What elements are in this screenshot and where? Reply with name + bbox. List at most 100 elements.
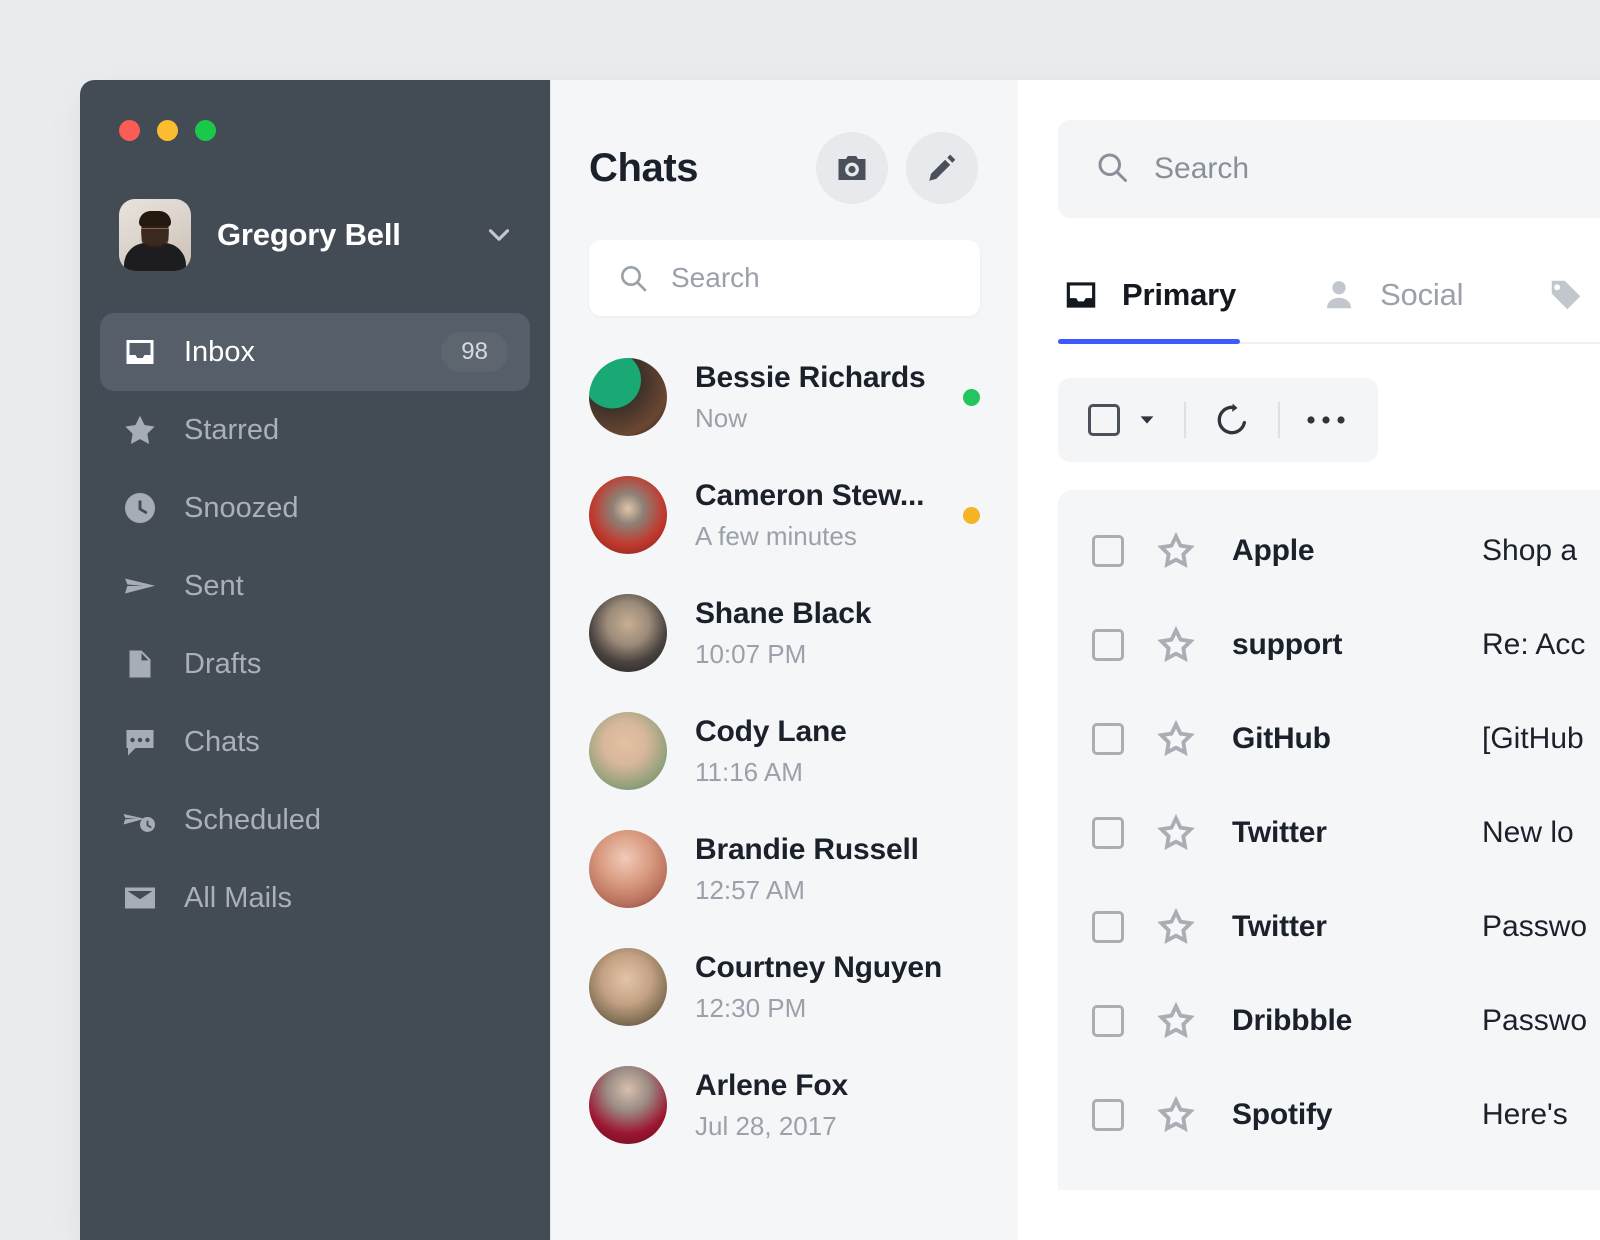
chevron-down-icon[interactable] [482, 218, 516, 252]
mail-subject: Passwo [1482, 1004, 1588, 1037]
mail-row[interactable]: Twitter New lo [1058, 786, 1600, 880]
mail-subject: [GitHub [1482, 722, 1584, 755]
envelope-icon [122, 880, 160, 916]
chat-icon [122, 724, 160, 760]
sidebar-item-label: Chats [184, 725, 260, 758]
chat-list: Bessie Richards Now Cameron Stew... A fe… [551, 338, 1018, 1164]
person-icon [1320, 276, 1358, 314]
sidebar-item-drafts[interactable]: Drafts [100, 625, 530, 703]
chat-time: Now [695, 402, 748, 433]
sidebar-item-starred[interactable]: Starred [100, 391, 530, 469]
sidebar-item-all-mails[interactable]: All Mails [100, 859, 530, 937]
chats-search-input[interactable] [671, 262, 952, 294]
compose-icon[interactable] [906, 132, 978, 204]
status-dot [963, 625, 980, 642]
row-checkbox[interactable] [1092, 817, 1124, 849]
inbox-icon [1062, 276, 1100, 314]
mail-search-input[interactable] [1154, 152, 1600, 186]
chat-list-item[interactable]: Shane Black 10:07 PM [551, 574, 1018, 692]
select-all-checkbox[interactable] [1088, 404, 1120, 436]
search-icon [1094, 149, 1130, 190]
status-dot-away [963, 506, 980, 524]
mail-subject: Passwo [1482, 910, 1588, 943]
send-icon [122, 568, 160, 604]
mail-row[interactable]: Dribbble Passwo [1058, 974, 1600, 1068]
sidebar-item-scheduled[interactable]: Scheduled [100, 781, 530, 859]
avatar [589, 476, 667, 554]
chat-list-item[interactable]: Courtney Nguyen 12:30 PM [551, 928, 1018, 1046]
chats-header: Chats [551, 80, 1018, 204]
refresh-icon[interactable] [1212, 400, 1252, 440]
sidebar-item-label: Snoozed [184, 491, 299, 524]
chat-time: Jul 28, 2017 [695, 1110, 837, 1141]
tag-icon [1547, 276, 1585, 314]
chats-title: Chats [589, 145, 699, 190]
sidebar-item-inbox[interactable]: Inbox 98 [100, 313, 530, 391]
status-dot [963, 1097, 980, 1114]
sidebar-item-sent[interactable]: Sent [100, 547, 530, 625]
app-window: Gregory Bell Inbox 98 Starred Snoozed Se… [80, 80, 1600, 1240]
mail-subject: Shop a [1482, 534, 1578, 567]
scheduled-icon [122, 802, 160, 838]
maximize-button[interactable] [195, 120, 216, 141]
mail-row[interactable]: Apple Shop a [1058, 504, 1600, 598]
toolbar-divider [1278, 402, 1280, 438]
toolbar-divider [1184, 402, 1186, 438]
row-checkbox[interactable] [1092, 629, 1124, 661]
star-icon[interactable] [1156, 719, 1196, 759]
chat-list-item[interactable]: Cameron Stew... A few minutes [551, 456, 1018, 574]
chat-time: 11:16 AM [695, 756, 803, 787]
chat-list-item[interactable]: Arlene Fox Jul 28, 2017 [551, 1046, 1018, 1164]
star-icon[interactable] [1156, 813, 1196, 853]
sidebar-item-chats[interactable]: Chats [100, 703, 530, 781]
mail-subject: Here's [1482, 1098, 1568, 1131]
star-icon [122, 412, 160, 448]
mail-row[interactable]: Spotify Here's [1058, 1068, 1600, 1162]
camera-icon[interactable] [816, 132, 888, 204]
sidebar-item-snoozed[interactable]: Snoozed [100, 469, 530, 547]
chat-time: 12:30 PM [695, 992, 807, 1023]
chats-search[interactable] [589, 240, 980, 316]
tab-social[interactable]: Social [1316, 262, 1467, 342]
mail-row[interactable]: support Re: Acc [1058, 598, 1600, 692]
tab-primary[interactable]: Primary [1058, 262, 1241, 344]
row-checkbox[interactable] [1092, 535, 1124, 567]
chat-name: Brandie Russell [695, 832, 919, 866]
minimize-button[interactable] [157, 120, 178, 141]
avatar [589, 948, 667, 1026]
sidebar: Gregory Bell Inbox 98 Starred Snoozed Se… [80, 80, 550, 1240]
more-options-icon[interactable] [1306, 413, 1346, 427]
profile-switcher[interactable]: Gregory Bell [80, 141, 550, 271]
chat-list-item[interactable]: Bessie Richards Now [551, 338, 1018, 456]
avatar [589, 594, 667, 672]
status-dot [963, 861, 980, 878]
star-icon[interactable] [1156, 1095, 1196, 1135]
sidebar-item-label: Drafts [184, 647, 262, 680]
chat-list-item[interactable]: Cody Lane 11:16 AM [551, 692, 1018, 810]
chat-list-item[interactable]: Brandie Russell 12:57 AM [551, 810, 1018, 928]
sidebar-item-label: Starred [184, 413, 280, 446]
sidebar-item-label: All Mails [184, 881, 292, 914]
status-dot-online [963, 388, 980, 406]
row-checkbox[interactable] [1092, 1099, 1124, 1131]
tab-label: Primary [1122, 277, 1237, 312]
star-icon[interactable] [1156, 907, 1196, 947]
avatar [589, 1066, 667, 1144]
star-icon[interactable] [1156, 625, 1196, 665]
mail-row[interactable]: Twitter Passwo [1058, 880, 1600, 974]
star-icon[interactable] [1156, 531, 1196, 571]
mail-search[interactable] [1058, 120, 1600, 218]
window-controls [80, 80, 550, 141]
row-checkbox[interactable] [1092, 723, 1124, 755]
avatar [119, 199, 191, 271]
mail-row[interactable]: GitHub [GitHub [1058, 692, 1600, 786]
row-checkbox[interactable] [1092, 1005, 1124, 1037]
chat-time: 12:57 AM [695, 874, 805, 905]
star-icon[interactable] [1156, 1001, 1196, 1041]
avatar [589, 358, 667, 436]
mail-sender: support [1232, 628, 1343, 661]
close-button[interactable] [119, 120, 140, 141]
row-checkbox[interactable] [1092, 911, 1124, 943]
tab-promotions[interactable]: Promotions [1543, 262, 1600, 342]
chevron-down-icon[interactable] [1136, 409, 1158, 431]
